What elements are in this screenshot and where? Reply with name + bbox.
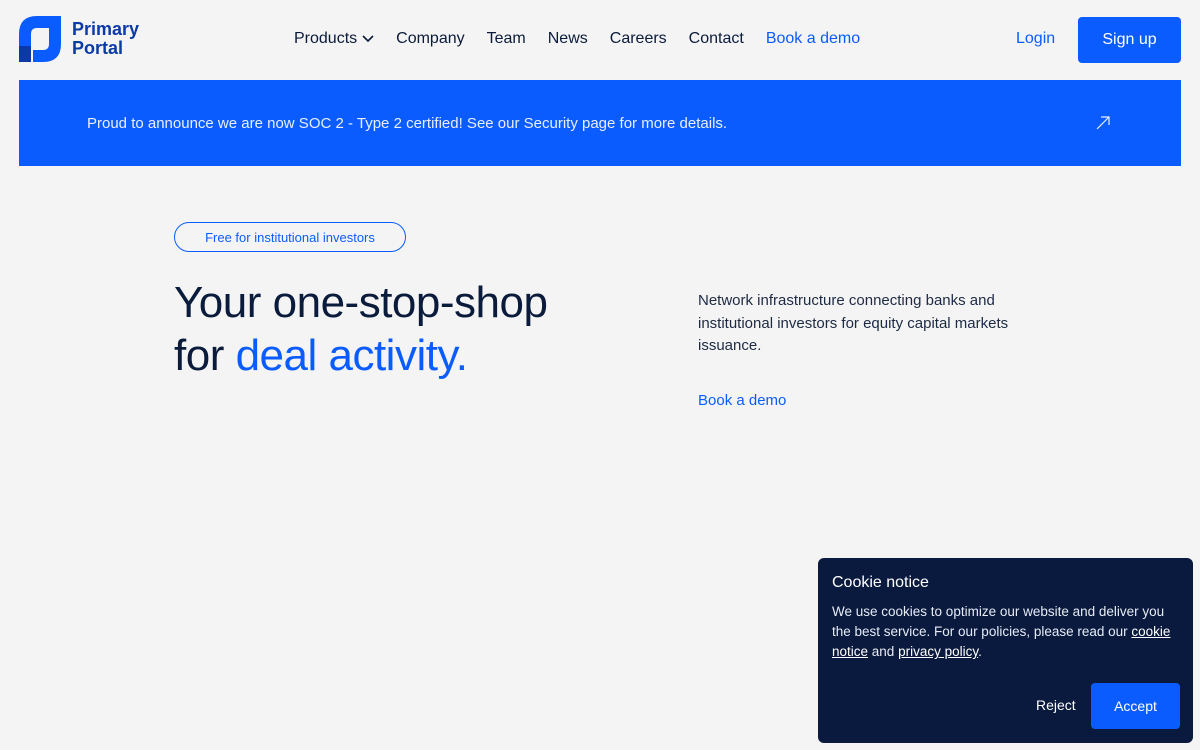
hero-description: Network infrastructure connecting banks … (698, 292, 1009, 354)
brand-logo[interactable]: Primary Portal (19, 16, 139, 62)
reject-cookies-button[interactable]: Reject (1036, 697, 1076, 713)
headline-accent: deal activity. (235, 331, 468, 380)
headline-line2-prefix: for (174, 331, 236, 380)
free-badge: Free for institutional investors (174, 222, 406, 252)
nav-company[interactable]: Company (396, 30, 464, 48)
brand-name: Primary Portal (72, 20, 139, 58)
arrow-up-right-icon[interactable] (1095, 115, 1111, 131)
login-link[interactable]: Login (1016, 30, 1055, 48)
announcement-banner[interactable]: Proud to announce we are now SOC 2 - Typ… (19, 80, 1181, 166)
banner-text: Proud to announce we are now SOC 2 - Typ… (87, 115, 728, 132)
cookie-title: Cookie notice (832, 574, 929, 591)
nav-careers[interactable]: Careers (610, 30, 667, 48)
cookie-body: We use cookies to optimize our website a… (832, 602, 1182, 662)
privacy-policy-link[interactable]: privacy policy (898, 644, 978, 659)
nav-products-label: Products (294, 30, 358, 47)
headline-line1: Your one-stop-shop (174, 278, 548, 327)
nav-contact[interactable]: Contact (689, 30, 744, 48)
hero-book-demo-link[interactable]: Book a demo (698, 392, 786, 409)
main-nav: Products Company Team News Careers Conta… (294, 30, 882, 48)
nav-news[interactable]: News (548, 30, 588, 48)
chevron-down-icon (362, 35, 374, 43)
nav-products[interactable]: Products (294, 30, 374, 48)
nav-book-demo[interactable]: Book a demo (766, 30, 860, 48)
hero-headline: Your one-stop-shop for deal activity. (174, 276, 548, 382)
brand-name-line1: Primary (72, 19, 140, 39)
brand-name-line2: Portal (72, 38, 124, 58)
nav-team[interactable]: Team (487, 30, 526, 48)
site-header: Primary Portal Products Company Team New… (0, 0, 1200, 80)
cookie-notice: Cookie notice We use cookies to optimize… (818, 558, 1193, 743)
cookie-body-and: and (868, 644, 899, 659)
signup-button[interactable]: Sign up (1078, 17, 1181, 63)
cookie-body-period: . (978, 644, 982, 659)
cookie-body-text: We use cookies to optimize our website a… (832, 604, 1165, 639)
primary-portal-logo-icon (19, 16, 61, 62)
accept-cookies-button[interactable]: Accept (1091, 683, 1180, 729)
